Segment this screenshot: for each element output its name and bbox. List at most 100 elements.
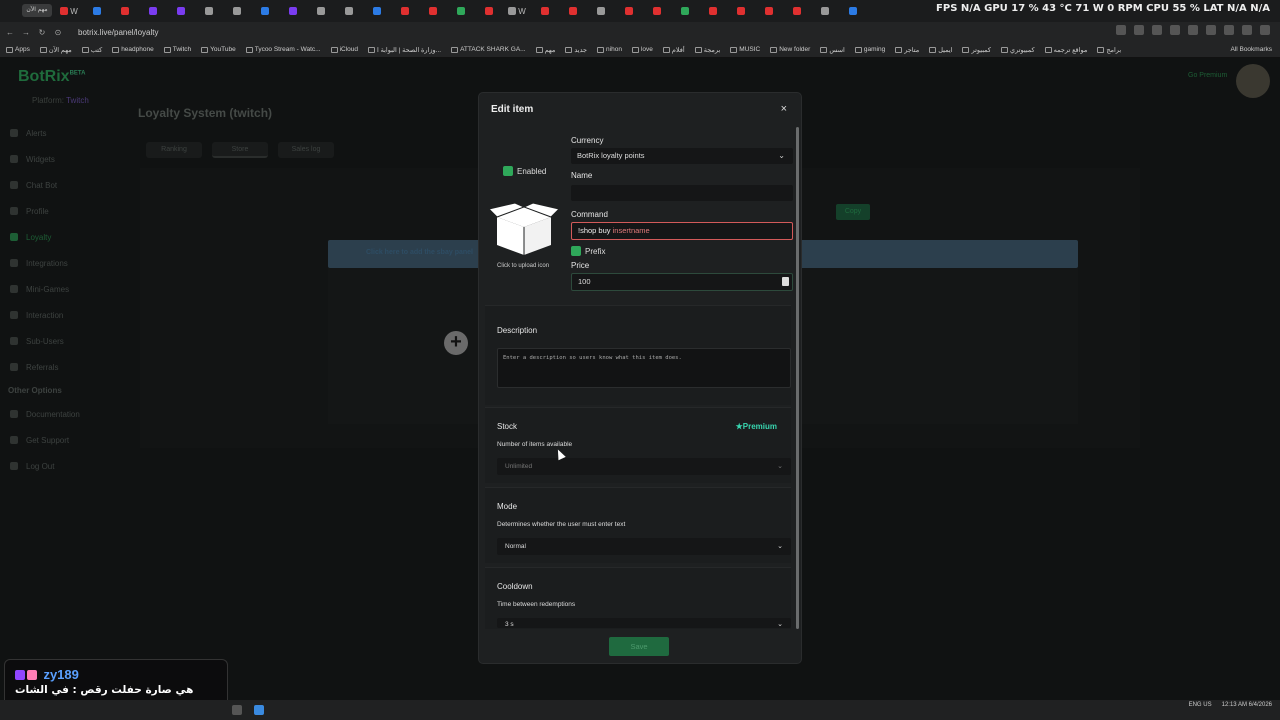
bookmark-item[interactable]: مهم الآن [39, 46, 72, 54]
sidebar-item-get-support[interactable]: Get Support [10, 427, 130, 453]
browser-tab[interactable] [842, 4, 864, 18]
browser-tab[interactable] [198, 4, 220, 18]
browser-tab[interactable] [226, 4, 248, 18]
extension-icon[interactable] [1116, 25, 1126, 35]
sidebar-item-loyalty[interactable]: Loyalty [10, 224, 130, 250]
sidebar-item-mini-games[interactable]: Mini-Games [10, 276, 130, 302]
sidebar-item-alerts[interactable]: Alerts [10, 120, 130, 146]
browser-tab[interactable] [730, 4, 752, 18]
site-info-icon[interactable]: ⊙ [52, 28, 64, 37]
name-input[interactable] [571, 185, 793, 201]
go-premium-link[interactable]: Go Premium [1188, 72, 1227, 79]
bookmark-item[interactable]: جديد [565, 46, 587, 54]
browser-tab[interactable] [394, 4, 416, 18]
stepper-icon[interactable] [782, 277, 789, 286]
sidebar-item-integrations[interactable]: Integrations [10, 250, 130, 276]
tab-sales-log[interactable]: Sales log [278, 142, 334, 158]
sidebar-item-widgets[interactable]: Widgets [10, 146, 130, 172]
browser-icon[interactable] [254, 705, 264, 715]
sidebar-item-log-out[interactable]: Log Out [10, 453, 130, 479]
url-field[interactable]: botrix.live/panel/loyalty [78, 28, 158, 37]
browser-tab[interactable] [450, 4, 472, 18]
sidebar-item-interaction[interactable]: Interaction [10, 302, 130, 328]
browser-tab[interactable] [562, 4, 584, 18]
price-input[interactable]: 100 [571, 273, 793, 291]
bookmark-item[interactable]: كمبيوتري [1001, 46, 1035, 54]
bookmark-item[interactable]: كمبيوتر [962, 46, 991, 54]
bookmark-item[interactable]: برمجة [694, 46, 720, 54]
extension-icon[interactable] [1188, 25, 1198, 35]
sidebar-item-referrals[interactable]: Referrals [10, 354, 130, 380]
bookmark-item[interactable]: gaming [854, 46, 885, 53]
browser-tab[interactable] [758, 4, 780, 18]
browser-tab[interactable] [786, 4, 808, 18]
tab-first[interactable]: مهم الآن [22, 4, 52, 17]
bookmark-item[interactable]: مواقع ترجمه [1044, 46, 1087, 54]
sidebar-item-chat-bot[interactable]: Chat Bot [10, 172, 130, 198]
bookmark-item[interactable]: وزارة الصحة | البوابة ا... [368, 46, 441, 54]
browser-tab[interactable] [310, 4, 332, 18]
browser-tab[interactable] [254, 4, 276, 18]
bookmark-item[interactable]: Tycoo Stream - Watc... [245, 46, 321, 53]
box-icon[interactable] [488, 201, 560, 262]
browser-tab[interactable] [478, 4, 500, 18]
save-button[interactable]: Save [609, 637, 669, 656]
browser-tab[interactable]: W [58, 4, 80, 18]
modal-scrollbar[interactable] [796, 127, 799, 629]
browser-tab[interactable] [282, 4, 304, 18]
browser-tab[interactable] [86, 4, 108, 18]
premium-badge[interactable]: ★Premium [736, 422, 777, 431]
browser-tab[interactable] [674, 4, 696, 18]
sidebar-item-documentation[interactable]: Documentation [10, 401, 130, 427]
bookmark-item[interactable]: MUSIC [730, 46, 760, 53]
close-icon[interactable]: × [781, 103, 787, 115]
bookmark-item[interactable]: YouTube [201, 46, 236, 53]
botrix-logo[interactable]: BotRixBETA [18, 68, 85, 86]
browser-tab[interactable] [114, 4, 136, 18]
back-icon[interactable]: ← [4, 28, 16, 37]
bookmark-item[interactable]: headphone [112, 46, 154, 53]
browser-tab[interactable] [814, 4, 836, 18]
sidebar-item-sub-users[interactable]: Sub-Users [10, 328, 130, 354]
bookmark-item[interactable]: كتب [81, 46, 102, 54]
browser-tab[interactable] [142, 4, 164, 18]
sidebar-item-profile[interactable]: Profile [10, 198, 130, 224]
profile-icon[interactable] [1260, 25, 1270, 35]
tab-ranking[interactable]: Ranking [146, 142, 202, 158]
mode-select[interactable]: Normal ⌄ [497, 538, 791, 555]
bookmark-item[interactable]: برامج [1097, 46, 1121, 54]
add-item-icon[interactable]: + [444, 331, 468, 355]
browser-tab[interactable] [170, 4, 192, 18]
browser-tab[interactable] [590, 4, 612, 18]
browser-tab[interactable] [422, 4, 444, 18]
bookmark-item[interactable]: أفلام [662, 46, 685, 54]
extension-icon[interactable] [1242, 25, 1252, 35]
description-textarea[interactable]: Enter a description so users know what t… [497, 348, 791, 388]
bookmark-item[interactable]: iCloud [330, 46, 358, 53]
browser-tab[interactable] [338, 4, 360, 18]
bookmark-item[interactable]: ATTACK SHARK GA... [451, 46, 526, 53]
tab-store[interactable]: Store [212, 142, 268, 158]
stock-select[interactable]: Unlimited ⌄ [497, 458, 791, 475]
avatar[interactable] [1236, 64, 1270, 98]
browser-tab[interactable] [366, 4, 388, 18]
extension-icon[interactable] [1170, 25, 1180, 35]
bookmark-item[interactable]: love [631, 46, 653, 53]
extension-icon[interactable] [1152, 25, 1162, 35]
upload-icon-label[interactable]: Click to upload icon [497, 263, 549, 269]
forward-icon[interactable]: → [20, 28, 32, 37]
browser-tab[interactable] [646, 4, 668, 18]
bookmark-item[interactable]: New folder [770, 46, 810, 53]
clock[interactable]: 12:13 AM 6/4/2026 [1222, 702, 1272, 708]
bookmark-item[interactable]: متاجر [895, 46, 919, 54]
checkbox-icon[interactable] [503, 166, 513, 176]
bookmark-item[interactable]: nihon [597, 46, 622, 53]
bookmark-item[interactable]: اسس [820, 46, 845, 54]
browser-tab[interactable] [534, 4, 556, 18]
enabled-toggle[interactable]: Enabled [503, 166, 546, 176]
browser-tab[interactable] [618, 4, 640, 18]
prefix-toggle[interactable]: Prefix [571, 246, 605, 256]
bookmark-item[interactable]: Twitch [163, 46, 191, 53]
extension-icon[interactable] [1206, 25, 1216, 35]
checkbox-icon[interactable] [571, 246, 581, 256]
